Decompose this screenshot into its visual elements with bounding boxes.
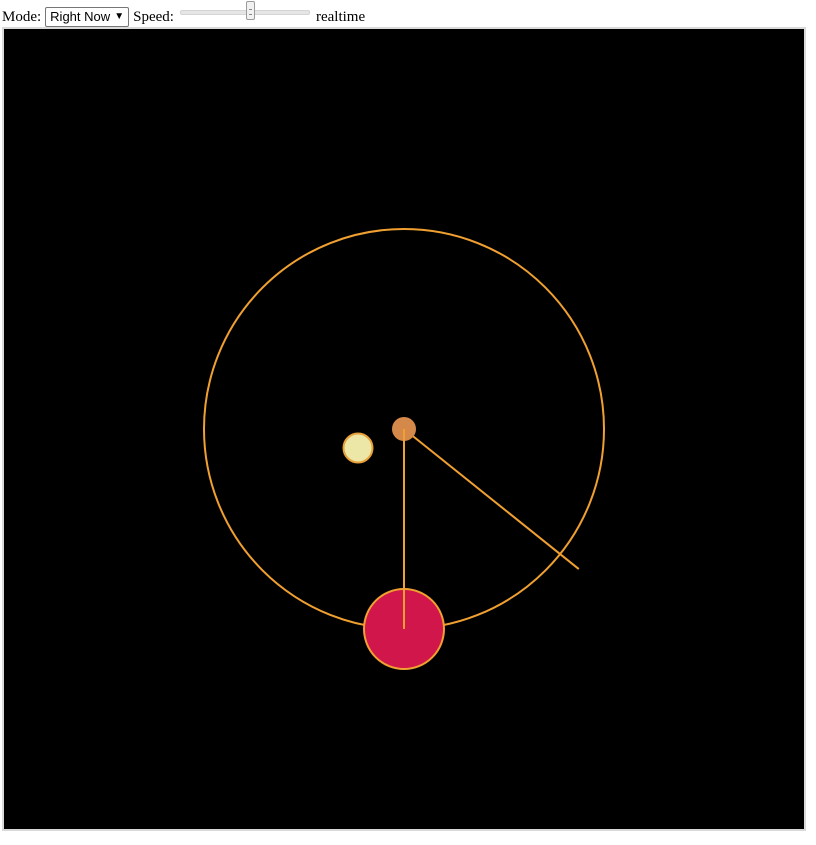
chevron-down-icon: ▼: [114, 11, 125, 22]
speed-slider[interactable]: [179, 1, 310, 28]
simulation-canvas[interactable]: [2, 27, 806, 831]
toolbar: Mode: Right Now ▼ Speed: realtime: [2, 1, 366, 28]
moon-body: [342, 432, 374, 464]
mode-select[interactable]: Right Now ▼: [45, 7, 130, 27]
mode-label: Mode:: [2, 9, 42, 25]
speed-readout: realtime: [315, 9, 366, 25]
speed-label: Speed:: [133, 9, 174, 25]
speed-slider-thumb[interactable]: [246, 1, 256, 20]
speed-slider-track[interactable]: [179, 10, 310, 15]
mode-select-value: Right Now: [50, 9, 111, 24]
orbit-scene: [4, 29, 804, 829]
